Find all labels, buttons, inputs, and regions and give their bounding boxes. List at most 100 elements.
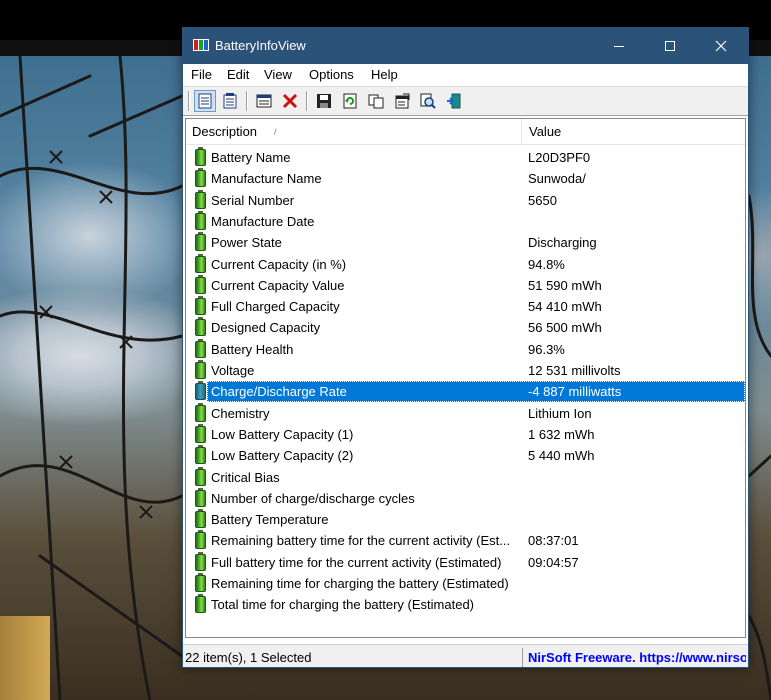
toolbar-separator [246,91,247,111]
battery-icon [195,296,206,316]
table-row[interactable]: Critical Bias [186,466,745,488]
row-description: Full Charged Capacity [211,299,340,315]
table-row[interactable]: Full Charged Capacity 54 410 mWh [186,296,745,317]
menu-file[interactable]: File [191,67,212,82]
row-value: 08:37:01 [528,533,579,549]
copy-button[interactable] [365,90,387,112]
row-description: Remaining battery time for the current a… [211,533,511,549]
battery-log-view-button[interactable] [219,90,241,112]
save-icon [317,94,331,108]
battery-info-window: BatteryInfoView File Edit View Options H… [182,27,749,668]
table-row[interactable]: Serial Number 5650 [186,189,745,211]
menu-help[interactable]: Help [371,67,398,82]
battery-icon [195,594,206,614]
refresh-icon [343,93,357,109]
row-description: Number of charge/discharge cycles [211,490,415,506]
battery-icon [195,423,206,443]
close-icon [715,40,727,52]
battery-icon [195,381,206,401]
table-row[interactable]: Low Battery Capacity (2) 5 440 mWh [186,445,745,466]
status-item-count: 22 item(s), 1 Selected [185,648,523,667]
battery-icon [195,210,206,230]
battery-icon [195,274,206,294]
row-description: Manufacture Name [211,171,322,187]
battery-icon [195,573,206,592]
row-description: Remaining time for charging the battery … [211,576,509,591]
title-bar[interactable]: BatteryInfoView [183,28,748,64]
minimize-button[interactable] [596,28,642,64]
battery-icon [195,317,206,337]
table-row-selected[interactable]: Charge/Discharge Rate -4 887 milliwatts [186,381,745,403]
battery-icon [195,232,206,252]
minimize-icon [614,46,624,47]
sort-ascending-icon: / [274,127,277,137]
battery-icon [195,551,206,571]
row-value [526,509,528,530]
row-description: Current Capacity (in %) [211,256,347,272]
table-row[interactable]: Current Capacity (in %) 94.8% [186,253,745,275]
table-row[interactable]: Voltage 12 531 millivolts [186,360,745,381]
table-row[interactable]: Manufacture Date [186,210,745,232]
column-header-value[interactable]: Value [523,119,745,145]
row-value: 56 500 mWh [528,320,602,336]
copy-icon [368,94,384,109]
row-description: Full battery time for the current activi… [211,554,502,570]
list-header: Description / Value [186,119,745,145]
nirsoft-link[interactable]: NirSoft Freeware. https://www.nirsoft.ne… [528,648,746,667]
battery-info-list[interactable]: Description / Value Battery Name L20D3PF0… [185,118,746,638]
battery-icon [195,530,206,550]
close-button[interactable] [698,28,744,64]
battery-icon [195,253,206,273]
row-description: Battery Temperature [211,512,329,528]
menu-options[interactable]: Options [309,67,354,82]
table-row[interactable]: Designed Capacity 56 500 mWh [186,317,745,338]
find-button[interactable] [417,90,439,112]
row-value: 1 632 mWh [528,426,595,442]
toolbar-separator [306,91,307,111]
maximize-button[interactable] [647,28,693,64]
row-value: 51 590 mWh [528,277,602,293]
row-value [526,594,528,615]
row-value: 5650 [528,192,557,208]
table-row[interactable]: Chemistry Lithium Ion [186,402,745,424]
table-row[interactable]: Remaining time for charging the battery … [186,573,745,594]
row-value: 09:04:57 [528,554,579,570]
table-row[interactable]: Manufacture Name Sunwoda/ [186,168,745,189]
html-report-icon [256,94,272,108]
battery-log-view-icon [223,93,237,109]
html-report-button[interactable] [253,90,275,112]
menu-edit[interactable]: Edit [227,67,249,82]
table-row[interactable]: Current Capacity Value 51 590 mWh [186,274,745,296]
exit-button[interactable] [443,90,465,112]
table-row[interactable]: Number of charge/discharge cycles [186,487,745,509]
table-row[interactable]: Remaining battery time for the current a… [186,530,745,551]
column-header-description[interactable]: Description / [186,119,522,145]
delete-button[interactable] [279,90,301,112]
row-value: -4 887 milliwatts [528,384,622,400]
delete-icon [282,93,298,109]
battery-info-view-button[interactable] [194,90,216,112]
table-row[interactable]: Low Battery Capacity (1) 1 632 mWh [186,423,745,445]
row-value: Sunwoda/ [528,171,586,187]
table-row[interactable]: Battery Name L20D3PF0 [186,147,745,168]
column-header-value-label: Value [529,124,562,139]
battery-icon [195,338,206,358]
table-row[interactable]: Total time for charging the battery (Est… [186,594,745,615]
properties-button[interactable] [391,90,413,112]
row-description: Low Battery Capacity (1) [211,426,354,442]
table-row[interactable]: Battery Health 96.3% [186,338,745,360]
menu-view[interactable]: View [264,67,292,82]
column-header-description-label: Description [192,124,258,139]
save-button[interactable] [313,90,335,112]
table-row[interactable]: Battery Temperature [186,509,745,530]
row-description: Power State [211,235,282,251]
row-value: 96.3% [528,341,565,357]
table-row[interactable]: Full battery time for the current activi… [186,551,745,573]
row-description: Voltage [211,363,255,378]
table-row[interactable]: Power State Discharging [186,232,745,253]
maximize-icon [665,41,675,51]
refresh-button[interactable] [339,90,361,112]
row-value: 12 531 millivolts [528,363,621,378]
row-value [526,488,528,509]
row-description: Total time for charging the battery (Est… [211,597,475,613]
